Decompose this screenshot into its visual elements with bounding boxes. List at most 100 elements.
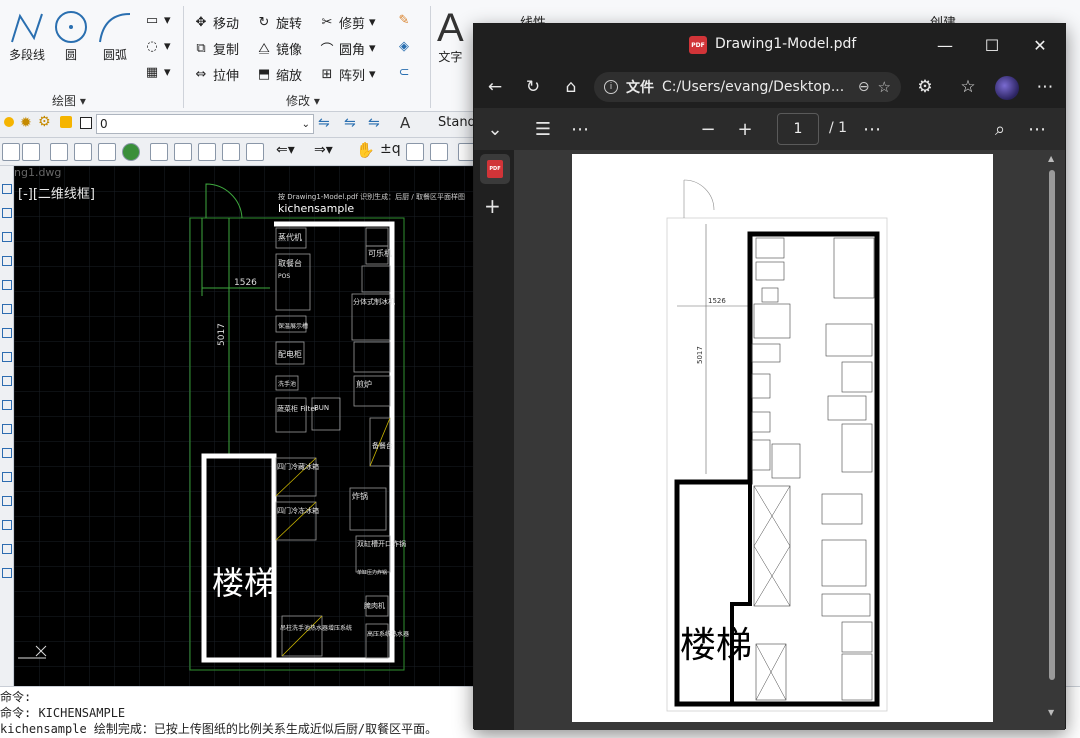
scroll-down-arrow[interactable]: ▼ <box>1048 708 1054 717</box>
line-tool-icon[interactable] <box>2 184 12 194</box>
layer-previous-icon[interactable]: ⇋ <box>344 115 356 131</box>
paste-special-icon[interactable] <box>222 143 240 161</box>
more-tools-icon[interactable]: ⋯ <box>861 118 883 140</box>
favorites-icon[interactable]: ☆ <box>957 76 979 98</box>
trim-button[interactable]: ✂ 修剪 ▾ <box>319 13 376 32</box>
maximize-button[interactable]: ☐ <box>977 34 1007 56</box>
rectangle-icon: ▭ <box>145 12 159 28</box>
extensions-icon[interactable]: ⚙ <box>914 76 936 98</box>
back-arrow-icon[interactable]: ← <box>484 76 506 98</box>
active-pdf-tab[interactable]: PDF <box>480 154 510 184</box>
minimize-button[interactable]: — <box>930 34 960 56</box>
zoom-previous-icon[interactable] <box>430 143 448 161</box>
viewport-view-label[interactable]: [-][二维线框] <box>18 183 95 202</box>
circle-button[interactable]: 圆 <box>52 8 90 63</box>
open-icon[interactable] <box>2 143 20 161</box>
draw-group-label[interactable]: 绘图 ▾ <box>52 92 86 109</box>
zoom-realtime-icon[interactable]: ±q <box>380 141 401 157</box>
gradient-tool-icon[interactable] <box>2 520 12 530</box>
layer-isolate-icon[interactable]: ⇋ <box>368 115 380 131</box>
zoom-out-icon[interactable]: ⊖ <box>858 79 870 95</box>
chevron-down-icon[interactable]: ⌄ <box>484 118 506 140</box>
point-tool-icon[interactable] <box>2 472 12 482</box>
revcloud-tool-icon[interactable] <box>2 352 12 362</box>
layer-dropdown[interactable]: 0 ⌄ <box>96 114 314 134</box>
layer-on-icon[interactable] <box>4 117 14 127</box>
scrollbar-thumb[interactable] <box>1049 170 1055 680</box>
ellipse-tool-icon[interactable] <box>2 400 12 410</box>
zoom-out-button[interactable]: − <box>697 118 719 140</box>
chevron-down-icon: ⌄ <box>301 118 310 130</box>
print-icon[interactable] <box>50 143 68 161</box>
polyline-button[interactable]: 多段线 <box>8 8 46 63</box>
array-button[interactable]: ⊞ 阵列 ▾ <box>319 65 376 84</box>
make-block-icon[interactable] <box>2 448 12 458</box>
more-options-icon[interactable]: ⋯ <box>569 118 591 140</box>
drawing-viewport[interactable]: 1526 5017 按 Drawing1-Model.pdf 识别生成：后厨 /… <box>14 166 474 686</box>
arc-tool-icon[interactable] <box>2 304 12 314</box>
drawing-file-tab[interactable]: ng1.dwg <box>14 166 61 179</box>
circle-tool-icon[interactable] <box>2 328 12 338</box>
region-tool-icon[interactable] <box>2 544 12 554</box>
mirror-button[interactable]: ⧋ 镜像 <box>256 39 302 58</box>
stretch-button[interactable]: ⇔ 拉伸 <box>193 65 239 84</box>
contents-list-icon[interactable]: ☰ <box>532 118 554 140</box>
vertical-scrollbar[interactable]: ▲ ▼ <box>1048 154 1056 724</box>
fillet-button[interactable]: ⌒ 圆角 ▾ <box>319 39 375 58</box>
overflow-menu-icon[interactable]: ⋯ <box>1026 118 1048 140</box>
polyline-tool-icon[interactable] <box>2 232 12 242</box>
cut-icon[interactable] <box>150 143 168 161</box>
match-layer-icon[interactable]: ⇋ <box>318 115 330 131</box>
info-icon[interactable]: i <box>604 80 618 94</box>
polygon-tool-icon[interactable] <box>2 256 12 266</box>
document-area[interactable]: 1526 5017 楼梯 ▲ ▼ <box>514 150 1065 730</box>
undo-icon[interactable]: ⇐▾ <box>276 142 295 158</box>
match-properties-icon[interactable] <box>246 143 264 161</box>
text-style-icon[interactable]: A <box>400 114 410 132</box>
hatch-tool-icon[interactable] <box>2 496 12 506</box>
layer-freeze-icon[interactable]: ✹ <box>20 115 32 131</box>
rectangle-tool[interactable]: ▭ ▾ <box>144 12 171 28</box>
paste-icon[interactable] <box>198 143 216 161</box>
explode-tool[interactable]: ◈ <box>396 38 412 54</box>
redo-icon[interactable]: ⇒▾ <box>314 142 333 158</box>
layer-lock-icon[interactable] <box>60 116 72 128</box>
table-tool-icon[interactable] <box>2 568 12 578</box>
insert-block-icon[interactable] <box>2 424 12 434</box>
zoom-in-button[interactable]: + <box>734 118 756 140</box>
new-tab-button[interactable]: + <box>484 194 501 218</box>
rectangle-tool-icon[interactable] <box>2 280 12 290</box>
viewport-freeze-icon[interactable]: ⚙ <box>38 114 51 130</box>
spline-tool-icon[interactable] <box>2 376 12 386</box>
copy-clip-icon[interactable] <box>174 143 192 161</box>
favorite-star-icon[interactable]: ☆ <box>878 78 901 96</box>
move-button[interactable]: ✥ 移动 <box>193 13 239 32</box>
profile-avatar[interactable] <box>995 76 1019 100</box>
home-icon[interactable]: ⌂ <box>560 76 582 98</box>
page-number-input[interactable]: 1 <box>777 113 819 145</box>
search-icon[interactable]: ⌕ <box>989 118 1011 140</box>
print-preview-icon[interactable] <box>74 143 92 161</box>
plot-icon[interactable] <box>98 143 116 161</box>
publish-icon[interactable] <box>122 143 140 161</box>
copy-button[interactable]: ⧉ 复制 <box>193 39 239 58</box>
scroll-up-arrow[interactable]: ▲ <box>1048 154 1054 163</box>
erase-tool[interactable]: ✎ <box>396 12 412 28</box>
refresh-icon[interactable]: ↻ <box>522 76 544 98</box>
scale-button[interactable]: ⬒ 缩放 <box>256 65 302 84</box>
zoom-window-icon[interactable] <box>406 143 424 161</box>
text-style-dropdown[interactable]: Standa <box>438 115 478 135</box>
modify-group-label[interactable]: 修改 ▾ <box>286 92 320 109</box>
gradient-tool[interactable]: ▦ ▾ <box>144 64 171 80</box>
pan-icon[interactable]: ✋ <box>356 141 375 159</box>
save-icon[interactable] <box>22 143 40 161</box>
arc-button[interactable]: 圆弧 <box>96 8 134 63</box>
hatch-tool[interactable]: ◌ ▾ <box>144 38 170 54</box>
construction-line-icon[interactable] <box>2 208 12 218</box>
close-button[interactable]: ✕ <box>1025 34 1055 56</box>
address-bar[interactable]: i 文件 C:/Users/evang/Desktop... ⊖ ☆ <box>594 72 901 102</box>
rotate-button[interactable]: ↻ 旋转 <box>256 13 302 32</box>
more-menu-icon[interactable]: ⋯ <box>1034 76 1056 98</box>
text-button[interactable]: A 文字 <box>437 8 464 65</box>
offset-tool[interactable]: ⊂ <box>396 64 412 80</box>
